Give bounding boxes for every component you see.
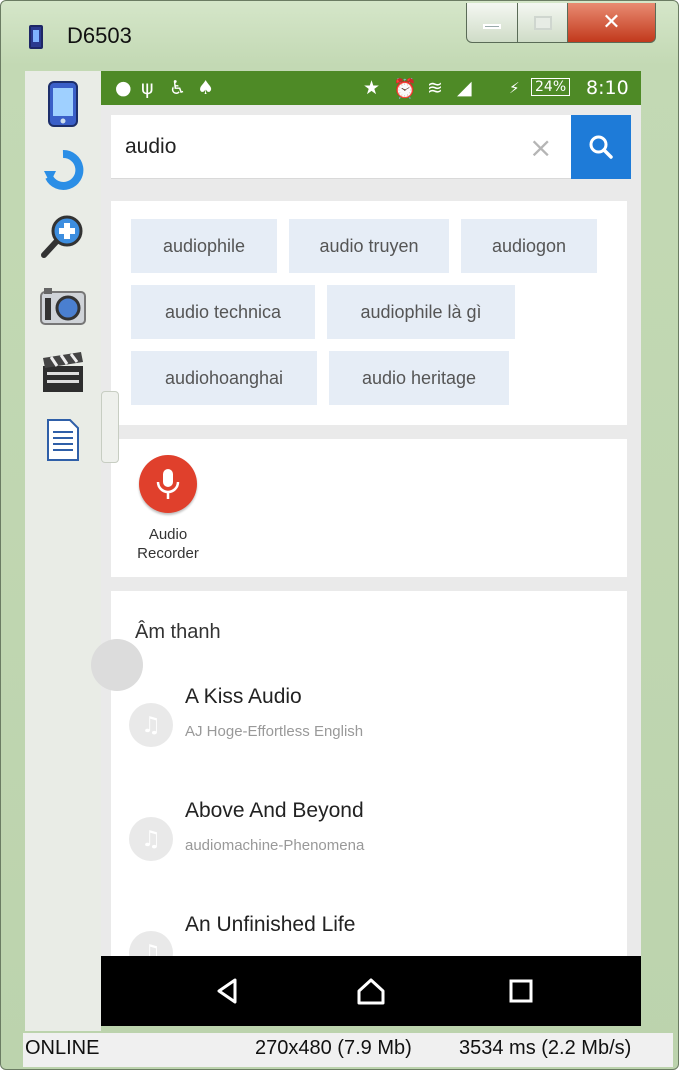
camera-icon[interactable] bbox=[39, 281, 87, 331]
audio-recorder-app[interactable] bbox=[139, 455, 197, 513]
apps-card: Audio Recorder bbox=[111, 439, 627, 577]
usb-icon: ψ bbox=[141, 77, 154, 99]
star-icon: ★ bbox=[363, 77, 381, 99]
android-icon: ♠ bbox=[197, 77, 215, 99]
music-note-icon: ♫ bbox=[129, 703, 173, 747]
charging-icon: ⚡ bbox=[509, 79, 520, 97]
music-note-icon: ♫ bbox=[129, 817, 173, 861]
recents-button[interactable] bbox=[499, 970, 543, 1012]
window-status-bar: ONLINE 270x480 (7.9 Mb) 3534 ms (2.2 Mb/… bbox=[23, 1033, 673, 1067]
suggestion-chip[interactable]: audio truyen bbox=[289, 219, 449, 273]
search-input[interactable] bbox=[111, 115, 569, 179]
search-icon bbox=[589, 135, 613, 159]
app-label-line2: Recorder bbox=[137, 545, 199, 562]
wifi-icon: ≋ bbox=[427, 77, 443, 99]
suggestions-card: audiophile audio truyen audiogon audio t… bbox=[111, 201, 627, 425]
close-button[interactable]: ✕ bbox=[568, 3, 656, 43]
accessibility-icon: ♿ bbox=[169, 77, 187, 99]
circle-status-icon: ● bbox=[115, 77, 132, 99]
scroll-indicator[interactable] bbox=[91, 639, 143, 691]
suggestion-chip[interactable]: audio heritage bbox=[329, 351, 509, 405]
list-item[interactable]: ♫ A Kiss Audio AJ Hoge-Effortless Englis… bbox=[111, 673, 627, 783]
app-label[interactable]: Audio Recorder bbox=[121, 525, 215, 563]
device-screen: ● ψ ♿ ♠ ★ ⏰ ≋ ◢ ⚡ 24% 8:10 × audiophile … bbox=[101, 71, 641, 1026]
alarm-icon: ⏰ bbox=[393, 78, 417, 100]
suggestion-chip[interactable]: audiohoanghai bbox=[131, 351, 317, 405]
signal-icon: ◢ bbox=[457, 77, 472, 99]
battery-level: 24% bbox=[531, 78, 571, 96]
list-item[interactable]: ♫ Above And Beyond audiomachine-Phenomen… bbox=[111, 787, 627, 897]
minimize-icon bbox=[483, 24, 501, 29]
suggestion-chip[interactable]: audiogon bbox=[461, 219, 597, 273]
android-nav-bar bbox=[101, 956, 641, 1026]
search-button[interactable] bbox=[571, 115, 631, 179]
video-icon[interactable] bbox=[39, 347, 87, 397]
result-subtitle: audiomachine-Phenomena bbox=[185, 837, 365, 854]
back-icon bbox=[217, 978, 237, 1004]
status-time: 8:10 bbox=[586, 77, 629, 99]
result-title: Above And Beyond bbox=[185, 799, 364, 822]
zoom-icon[interactable] bbox=[39, 211, 87, 261]
back-button[interactable] bbox=[205, 970, 249, 1012]
rotate-icon[interactable] bbox=[39, 147, 87, 197]
home-icon bbox=[357, 978, 385, 1005]
window-controls: ✕ bbox=[466, 3, 656, 43]
resolution-info: 270x480 (7.9 Mb) bbox=[255, 1037, 412, 1059]
section-title: Âm thanh bbox=[135, 621, 221, 643]
maximize-button[interactable] bbox=[518, 3, 568, 43]
home-button[interactable] bbox=[349, 970, 393, 1012]
result-title: A Kiss Audio bbox=[185, 685, 302, 708]
suggestion-chip[interactable]: audiophile là gì bbox=[327, 285, 515, 339]
close-icon: ✕ bbox=[602, 10, 621, 35]
suggestion-chip[interactable]: audiophile bbox=[131, 219, 277, 273]
title-bar[interactable]: D6503 ✕ bbox=[1, 1, 678, 65]
document-icon[interactable] bbox=[39, 415, 87, 465]
search-bar: × bbox=[111, 115, 631, 179]
side-toolbar bbox=[25, 71, 101, 1031]
recents-icon bbox=[509, 979, 533, 1003]
connection-status: ONLINE bbox=[25, 1037, 100, 1059]
app-label-line1: Audio bbox=[148, 526, 188, 543]
maximize-icon bbox=[533, 15, 552, 30]
latency-info: 3534 ms (2.2 Mb/s) bbox=[459, 1037, 632, 1059]
device-icon bbox=[29, 25, 43, 49]
window-title: D6503 bbox=[67, 23, 132, 48]
clear-icon[interactable]: × bbox=[529, 131, 552, 164]
phone-icon[interactable] bbox=[39, 79, 87, 129]
suggestion-chip[interactable]: audio technica bbox=[131, 285, 315, 339]
emulator-window: D6503 ✕ ● ψ ♿ ♠ ★ ⏰ ≋ ◢ ⚡ 24% 8:10 audio… bbox=[0, 0, 679, 1070]
microphone-icon bbox=[156, 469, 180, 499]
minimize-button[interactable] bbox=[466, 3, 518, 43]
result-subtitle: AJ Hoge-Effortless English bbox=[185, 723, 364, 740]
panel-drag-handle[interactable] bbox=[101, 391, 119, 463]
android-status-bar: ● ψ ♿ ♠ ★ ⏰ ≋ ◢ ⚡ 24% 8:10 bbox=[101, 71, 641, 105]
result-title: An Unfinished Life bbox=[185, 913, 356, 936]
